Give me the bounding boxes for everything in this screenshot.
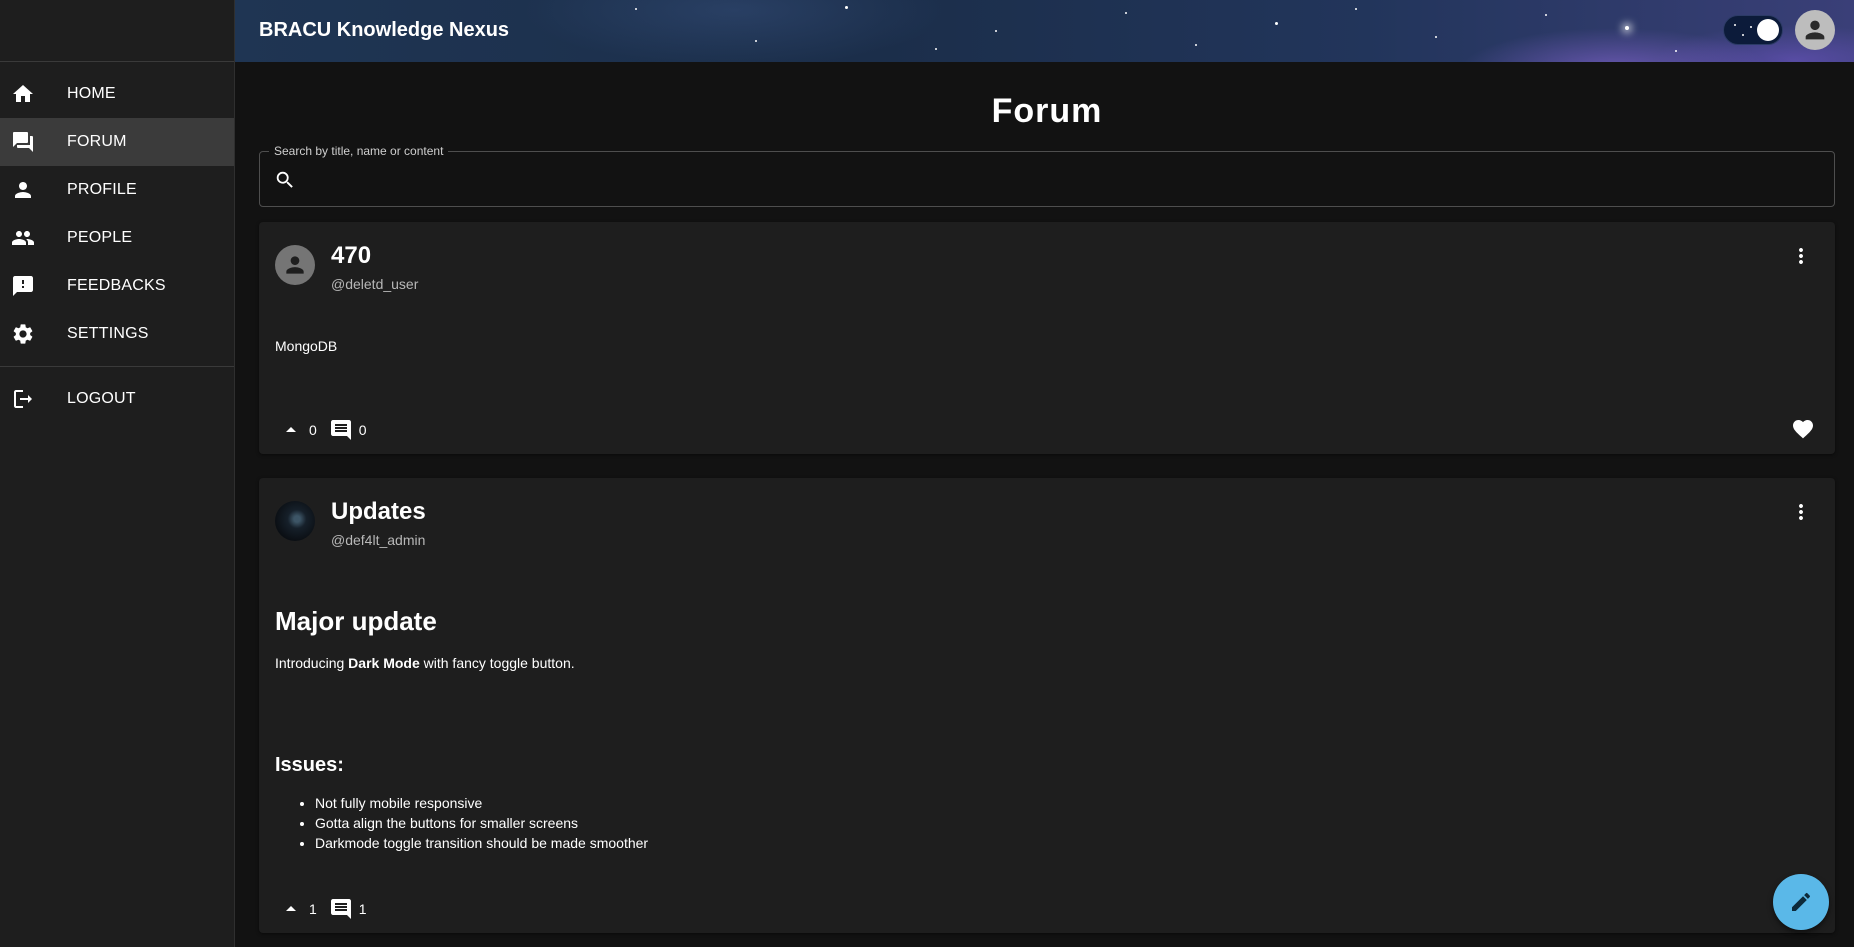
sidebar-item-settings[interactable]: SETTINGS [0, 310, 234, 358]
post-intro: Introducing Dark Mode with fancy toggle … [275, 655, 1819, 671]
person-icon [286, 256, 304, 274]
sidebar-divider [0, 366, 234, 367]
person-icon [0, 178, 67, 202]
post-title[interactable]: Updates [331, 498, 426, 526]
post-heading: Major update [275, 606, 437, 636]
upvote-icon[interactable] [275, 418, 307, 442]
sidebar-item-forum[interactable]: FORUM [0, 118, 234, 166]
search-box[interactable]: Search by title, name or content [259, 144, 1835, 207]
search-input[interactable] [308, 162, 1808, 196]
sidebar-item-label: PROFILE [67, 181, 137, 198]
home-icon [0, 82, 67, 106]
sidebar-item-label: SETTINGS [67, 325, 149, 342]
comment-count: 1 [358, 901, 367, 917]
create-post-button[interactable] [1773, 874, 1829, 930]
heart-icon[interactable] [1791, 417, 1815, 444]
more-options-icon[interactable] [1789, 500, 1813, 524]
comment-icon[interactable] [325, 418, 357, 442]
upvote-count: 0 [309, 422, 317, 438]
feedback-icon [0, 274, 67, 298]
sidebar-item-feedbacks[interactable]: FEEDBACKS [0, 262, 234, 310]
upvote-count: 1 [309, 901, 317, 917]
post-actions: 1 1 [259, 885, 1835, 933]
dark-mode-toggle[interactable] [1723, 15, 1783, 45]
issues-list: Not fully mobile responsive Gotta align … [275, 793, 1819, 853]
sidebar-item-label: HOME [67, 85, 116, 102]
toggle-knob [1757, 19, 1779, 41]
intro-text: Introducing [275, 655, 349, 671]
sidebar-item-label: FEEDBACKS [67, 277, 166, 294]
people-icon [0, 226, 67, 250]
intro-text-end: with fancy toggle button. [419, 655, 575, 671]
post-title[interactable]: 470 [331, 242, 418, 270]
post-content: MongoDB [259, 292, 1835, 406]
sidebar-item-profile[interactable]: PROFILE [0, 166, 234, 214]
sidebar-item-label: FORUM [67, 133, 127, 150]
comment-count: 0 [358, 422, 367, 438]
forum-icon [0, 130, 67, 154]
post-card[interactable]: Updates @def4lt_admin Major update Intro… [259, 478, 1835, 933]
upvote-icon[interactable] [275, 897, 307, 921]
list-item: Darkmode toggle transition should be mad… [315, 833, 1819, 853]
post-card[interactable]: 470 @deletd_user MongoDB 0 0 [259, 222, 1835, 454]
sidebar: HOME FORUM PROFILE PEOPLE FEEDBACKS SETT… [0, 0, 235, 947]
sidebar-item-label: PEOPLE [67, 229, 133, 246]
user-avatar[interactable] [275, 501, 315, 541]
app-title: BRACU Knowledge Nexus [259, 19, 510, 41]
sidebar-item-logout[interactable]: LOGOUT [0, 375, 234, 423]
post-username[interactable]: @def4lt_admin [331, 532, 426, 548]
intro-bold: Dark Mode [348, 655, 420, 671]
app-header: BRACU Knowledge Nexus [235, 0, 1854, 62]
logout-icon [0, 387, 67, 411]
sidebar-item-people[interactable]: PEOPLE [0, 214, 234, 262]
search-label: Search by title, name or content [269, 144, 449, 158]
account-avatar[interactable] [1795, 10, 1835, 50]
pencil-icon [1792, 892, 1811, 911]
page-title: Forum [991, 92, 1103, 130]
post-content: Major update Introducing Dark Mode with … [259, 606, 1835, 853]
list-item: Not fully mobile responsive [315, 793, 1819, 813]
post-actions: 0 0 [259, 406, 1835, 454]
comment-icon[interactable] [325, 897, 357, 921]
user-avatar[interactable] [275, 245, 315, 285]
search-icon [274, 169, 296, 191]
post-subheading: Issues: [275, 754, 344, 776]
sidebar-item-label: LOGOUT [67, 390, 136, 407]
more-options-icon[interactable] [1789, 244, 1813, 268]
post-text: MongoDB [275, 338, 338, 354]
person-icon [1805, 20, 1825, 40]
post-username[interactable]: @deletd_user [331, 276, 418, 292]
main-content: Forum Search by title, name or content 4… [259, 62, 1835, 933]
gear-icon [0, 322, 67, 346]
sidebar-header [0, 0, 234, 62]
sidebar-item-home[interactable]: HOME [0, 70, 234, 118]
list-item: Gotta align the buttons for smaller scre… [315, 813, 1819, 833]
